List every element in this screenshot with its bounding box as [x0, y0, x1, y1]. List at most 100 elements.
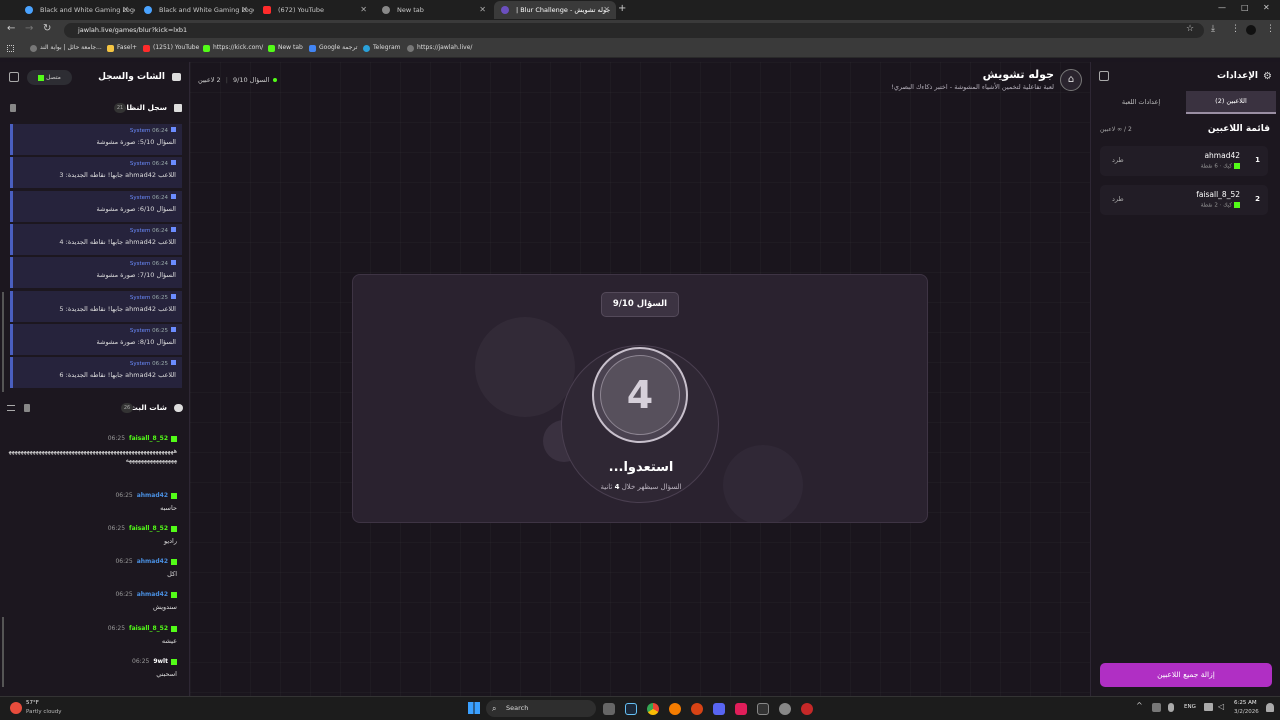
globe-icon — [30, 45, 37, 52]
app-icon-orange[interactable] — [669, 703, 681, 715]
bookmark-item[interactable]: Google ترجمة — [309, 44, 357, 52]
clock-time[interactable]: 6:25 AM — [1234, 700, 1257, 706]
browser-tab-4[interactable]: New tab ✕ — [375, 1, 492, 19]
collapse-panel-icon[interactable] — [9, 72, 19, 82]
live-chat-count: 26 — [121, 403, 133, 413]
microphone-icon[interactable] — [1168, 703, 1174, 712]
chat-scrollbar[interactable] — [2, 617, 4, 687]
log-entry-text: السؤال 8/10: صورة مشوشة — [96, 337, 176, 346]
remove-all-players-button[interactable]: إزالة جميع اللاعبين — [1100, 663, 1272, 687]
bookmark-item[interactable]: (1251) YouTube — [143, 44, 199, 52]
network-icon[interactable] — [1204, 703, 1213, 711]
log-scrollbar[interactable] — [2, 292, 4, 392]
bookmark-item[interactable]: جامعة حائل | بوابة الند... — [30, 44, 102, 52]
close-window-button[interactable]: ✕ — [1263, 3, 1270, 12]
chat-message-text: هههههههههههههههههههههههههههههههههههههههه… — [8, 447, 177, 464]
app-icon-chromium[interactable] — [801, 703, 813, 715]
chat-username[interactable]: ahmad42 — [137, 492, 168, 499]
weather-icon[interactable] — [10, 702, 22, 714]
bookmark-star-icon[interactable]: ☆ — [1186, 24, 1194, 34]
chat-username[interactable]: faisall_8_52 — [129, 625, 168, 632]
reload-button[interactable]: ↻ — [43, 23, 51, 34]
forward-button[interactable]: → — [25, 23, 33, 34]
system-log-entry: System 06:24 السؤال 5/10: صورة مشوشة — [10, 124, 182, 155]
close-icon[interactable]: ✕ — [479, 1, 486, 19]
bookmark-item[interactable]: https://jawlah.live/ — [407, 44, 472, 52]
app-icon-dark[interactable] — [757, 703, 769, 715]
page-title: جوله تشويش — [982, 68, 1054, 81]
settings-panel: ⚙ الإعدادات اللاعبين (2) إعدادات اللعبة … — [1090, 62, 1280, 696]
menu-icon[interactable]: ⋮ — [1266, 24, 1275, 34]
close-icon[interactable]: ✕ — [603, 1, 610, 19]
chat-username[interactable]: ahmad42 — [137, 558, 168, 565]
filter-icon[interactable] — [7, 405, 15, 411]
taskbar: 57°F Partly cloudy ⌕ Search ^ ENG ◁ 6:25 … — [0, 696, 1280, 720]
steam-icon[interactable] — [625, 703, 637, 715]
log-entry-header: System 06:24 — [130, 160, 176, 167]
log-icon — [171, 360, 176, 366]
url-input[interactable]: jawlah.live/games/blur?kick=lxb1 — [64, 23, 1204, 38]
bookmark-item[interactable]: Fasel+ — [107, 44, 137, 52]
close-icon[interactable]: ✕ — [360, 1, 367, 19]
chat-username[interactable]: ahmad42 — [137, 591, 168, 598]
tray-chevron-icon[interactable]: ^ — [1136, 701, 1143, 710]
trash-icon[interactable] — [24, 404, 30, 412]
new-tab-button[interactable]: + — [618, 3, 626, 14]
chat-message: 06:25 faisall_8_52 عيشه — [7, 625, 177, 646]
home-button[interactable]: ⌂ — [1060, 69, 1082, 91]
collapse-panel-icon[interactable] — [1099, 71, 1109, 81]
chat-message-header: 06:25 9wlt — [7, 658, 177, 665]
system-log-entry: System 06:25 السؤال 8/10: صورة مشوشة — [10, 323, 182, 355]
minimize-button[interactable]: — — [1218, 3, 1226, 12]
log-icon — [171, 226, 176, 232]
chrome-icon[interactable] — [647, 703, 659, 715]
trash-icon[interactable] — [10, 104, 16, 112]
notifications-icon[interactable] — [1266, 703, 1274, 712]
clock-date[interactable]: 3/2/2026 — [1234, 709, 1259, 715]
chat-log-panel: الشات والسجل متصل سجل النظام 21 System 0… — [0, 62, 190, 696]
log-entry-text: السؤال 5/10: صورة مشوشة — [96, 138, 176, 146]
chat-message-text: اكل — [167, 570, 177, 578]
profile-avatar[interactable] — [1246, 25, 1256, 35]
browser-tab-1[interactable]: Black and White Gaming Logo ✕ — [18, 1, 135, 19]
taskbar-search[interactable]: ⌕ Search — [486, 700, 596, 717]
close-icon[interactable]: ✕ — [122, 1, 129, 19]
chat-message-header: 06:25 ahmad42 — [7, 591, 177, 598]
log-icon — [174, 104, 182, 112]
page-subtitle: لعبة تفاعلية لتخمين الأشياء المشوشة - اخ… — [891, 83, 1054, 91]
chat-username[interactable]: faisall_8_52 — [129, 525, 168, 532]
language-indicator[interactable]: ENG — [1184, 704, 1196, 710]
globe-icon — [144, 6, 152, 14]
app-icon-adobe[interactable] — [735, 703, 747, 715]
bookmark-item[interactable]: Telegram — [363, 44, 401, 52]
connection-status-badge: متصل — [27, 70, 72, 85]
countdown-number: 4 — [626, 373, 654, 417]
task-view-icon[interactable] — [603, 703, 615, 715]
app-icon-red[interactable] — [691, 703, 703, 715]
close-icon[interactable]: ✕ — [241, 1, 248, 19]
maximize-button[interactable]: □ — [1241, 3, 1249, 12]
discord-icon[interactable] — [713, 703, 725, 715]
kick-player-button[interactable]: طرد — [1112, 156, 1124, 164]
tab-players[interactable]: اللاعبين (2) — [1186, 91, 1276, 114]
bookmark-item[interactable]: https://kick.com/ — [203, 44, 263, 52]
volume-icon[interactable]: ◁ — [1218, 702, 1224, 711]
tab-game-settings[interactable]: إعدادات اللعبة — [1096, 91, 1186, 114]
chat-username[interactable]: faisall_8_52 — [129, 435, 168, 442]
windows-start-icon[interactable] — [468, 702, 480, 714]
bookmark-item[interactable]: New tab — [268, 44, 303, 52]
kick-player-button[interactable]: طرد — [1112, 195, 1124, 203]
chat-message-text: سندويش — [152, 603, 177, 611]
download-icon[interactable]: ⤓ — [1211, 24, 1215, 34]
chat-username[interactable]: 9wlt — [153, 658, 168, 665]
back-button[interactable]: ← — [7, 23, 15, 34]
kick-icon — [171, 591, 177, 598]
browser-tab-2[interactable]: Black and White Gaming Logo ✕ — [137, 1, 254, 19]
browser-tab-5[interactable]: | Blur Challenge - جوله تشويش ✕ — [494, 1, 616, 19]
settings-gear-icon[interactable] — [779, 703, 791, 715]
extensions-icon[interactable]: ⋮ — [1231, 24, 1240, 34]
apps-grid-icon[interactable] — [7, 45, 14, 52]
chat-message-header: 06:25 faisall_8_52 — [7, 525, 177, 532]
browser-tab-3[interactable]: (672) YouTube ✕ — [256, 1, 373, 19]
tray-app-icon[interactable] — [1152, 703, 1161, 712]
